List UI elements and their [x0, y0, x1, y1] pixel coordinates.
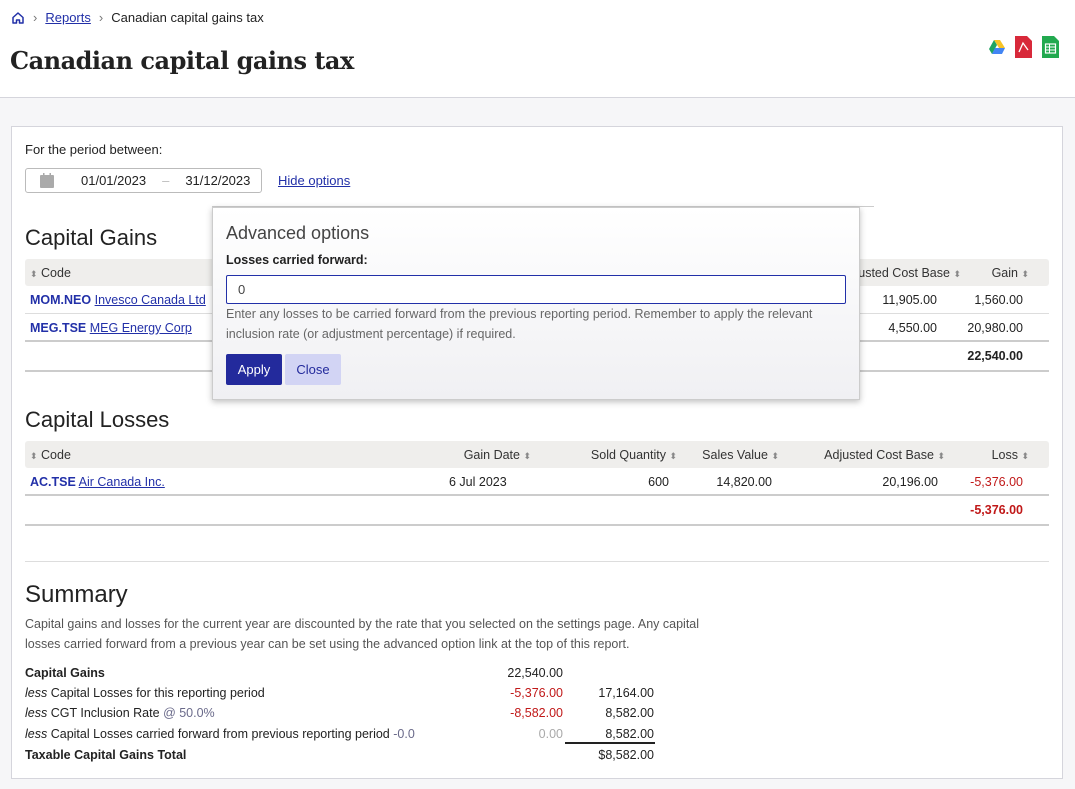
breadcrumb: › Reports › Canadian capital gains tax: [11, 10, 264, 25]
summary-total-label: Taxable Capital Gains Total: [25, 748, 187, 762]
summary-inclusion-value: -8,582.00: [510, 706, 563, 720]
summary-carried-value: 0.00: [538, 727, 563, 741]
page-title: Canadian capital gains tax: [10, 46, 354, 75]
summary-total-value: $8,582.00: [598, 748, 654, 762]
period-label: For the period between:: [25, 142, 163, 157]
gains-total: 22,540.00: [967, 349, 1023, 363]
sort-code[interactable]: ⬍ Code: [30, 266, 71, 280]
summary-carried-label: Capital Losses carried forward from prev…: [50, 727, 390, 741]
table-row: AC.TSE Air Canada Inc. 6 Jul 2023 600 14…: [25, 468, 1049, 496]
acb-value: 11,905.00: [882, 293, 937, 307]
summary-losses-label: Capital Losses for this reporting period: [50, 686, 265, 700]
summary-inclusion-running: 8,582.00: [605, 706, 654, 720]
sort-sales[interactable]: Sales Value ⬍: [702, 448, 779, 462]
capital-losses-title: Capital Losses: [25, 407, 170, 432]
apply-button[interactable]: Apply: [226, 354, 282, 385]
summary-losses-value: -5,376.00: [510, 686, 563, 700]
less-label: less: [25, 727, 48, 741]
home-icon[interactable]: [11, 11, 25, 25]
summary-losses-running: 17,164.00: [598, 686, 654, 700]
sales-value: 14,820.00: [716, 475, 772, 489]
losses-total: -5,376.00: [970, 503, 1023, 517]
breadcrumb-reports[interactable]: Reports: [45, 10, 91, 25]
sort-gain[interactable]: Gain ⬍: [992, 266, 1029, 280]
summary-description: Capital gains and losses for the current…: [25, 617, 700, 651]
security-name[interactable]: Invesco Canada Ltd: [95, 293, 206, 307]
table-header: ⬍ Code Gain Date ⬍ Sold Quantity ⬍ Sales…: [25, 441, 1049, 468]
summary-title: Summary: [25, 581, 128, 608]
capital-gains-title: Capital Gains: [25, 225, 158, 250]
close-button[interactable]: Close: [285, 354, 341, 385]
losses-field-label: Losses carried forward:: [226, 253, 368, 267]
google-drive-icon[interactable]: [989, 40, 1005, 54]
summary-inclusion-label: CGT Inclusion Rate: [50, 706, 160, 720]
sort-date[interactable]: Gain Date ⬍: [464, 448, 531, 462]
capital-losses-table: ⬍ Code Gain Date ⬍ Sold Quantity ⬍ Sales…: [25, 441, 1049, 526]
date-range-picker[interactable]: 01/01/2023 – 31/12/2023: [25, 168, 262, 193]
less-label: less: [25, 706, 48, 720]
security-code[interactable]: AC.TSE: [30, 475, 76, 489]
sort-code[interactable]: ⬍ Code: [30, 448, 71, 462]
spreadsheet-icon[interactable]: [1042, 36, 1059, 58]
advanced-options-popup: Advanced options Losses carried forward:…: [212, 207, 860, 400]
acb-value: 4,550.00: [888, 321, 937, 335]
popup-title: Advanced options: [226, 223, 370, 243]
less-label: less: [25, 686, 48, 700]
security-name[interactable]: MEG Energy Corp: [90, 321, 192, 335]
breadcrumb-current: Canadian capital gains tax: [111, 10, 264, 25]
total-rule: [565, 742, 655, 744]
calendar-icon: [40, 173, 54, 188]
export-buttons: [989, 36, 1059, 58]
gain-value: 1,560.00: [974, 293, 1023, 307]
chevron-right-icon: ›: [33, 10, 38, 25]
loss-value: -5,376.00: [970, 475, 1023, 489]
divider: [25, 561, 1049, 562]
security-code[interactable]: MEG.TSE: [30, 321, 86, 335]
date-value: 6 Jul 2023: [449, 475, 507, 489]
losses-carried-forward-input[interactable]: [226, 275, 846, 304]
date-separator: –: [162, 173, 170, 188]
losses-help-text: Enter any losses to be carried forward f…: [226, 307, 813, 341]
sort-loss[interactable]: Loss ⬍: [992, 448, 1029, 462]
security-name[interactable]: Air Canada Inc.: [79, 475, 165, 489]
security-code[interactable]: MOM.NEO: [30, 293, 91, 307]
chevron-right-icon: ›: [98, 10, 104, 25]
header: › Reports › Canadian capital gains tax C…: [0, 0, 1075, 98]
sort-acb[interactable]: Adjusted Cost Base ⬍: [824, 448, 945, 462]
hide-options-link[interactable]: Hide options: [278, 173, 350, 188]
pdf-icon[interactable]: [1015, 36, 1032, 58]
sort-qty[interactable]: Sold Quantity ⬍: [591, 448, 677, 462]
carried-rate: -0.0: [393, 727, 415, 741]
summary-carried-running: 8,582.00: [605, 727, 654, 741]
date-to[interactable]: 31/12/2023: [185, 173, 250, 188]
gain-value: 20,980.00: [967, 321, 1023, 335]
date-from[interactable]: 01/01/2023: [81, 173, 146, 188]
summary-capital-gains-value: 22,540.00: [507, 666, 563, 680]
acb-value: 20,196.00: [882, 475, 938, 489]
qty-value: 600: [648, 475, 669, 489]
inclusion-rate: @ 50.0%: [163, 706, 215, 720]
total-row: -5,376.00: [25, 496, 1049, 526]
summary-capital-gains-label: Capital Gains: [25, 666, 105, 680]
